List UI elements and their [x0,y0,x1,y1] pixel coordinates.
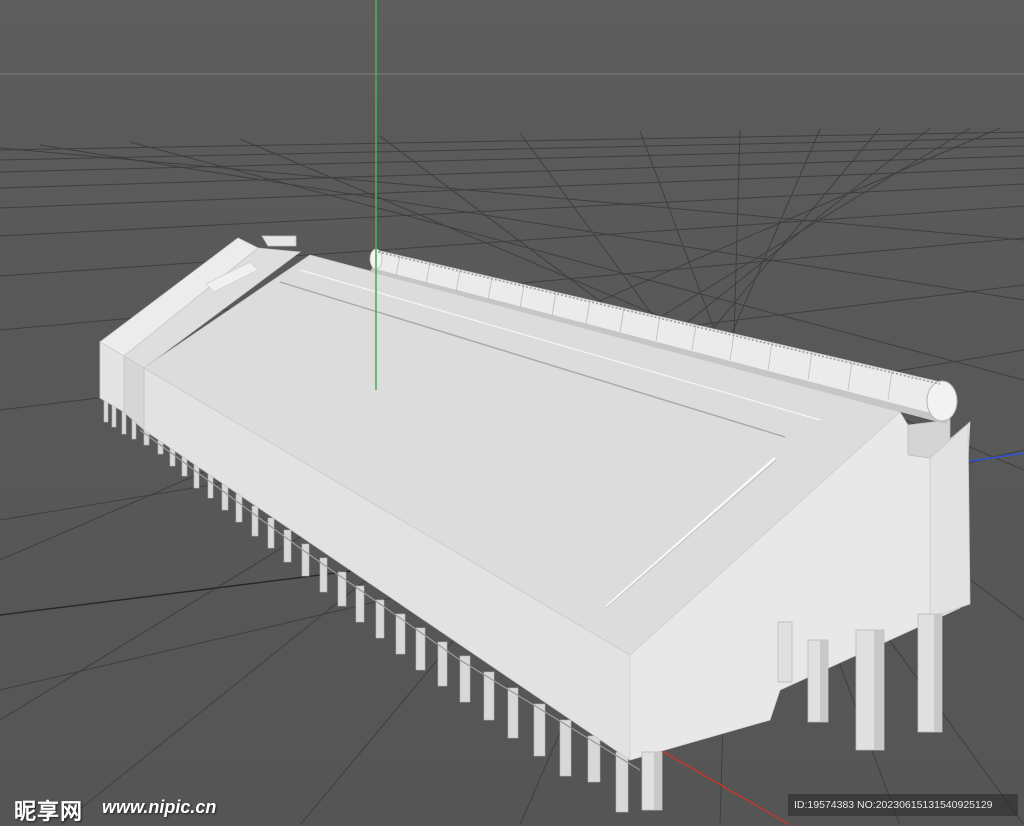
3d-viewport[interactable] [0,0,1024,825]
watermark-logo: 昵享网 [14,800,84,825]
viewport-canvas[interactable] [0,0,1024,825]
right-upper-wall [929,423,971,619]
left-roof-vent [261,235,297,247]
image-id-label: ID:19574383 NO:20230615131540925129 [788,794,1018,816]
watermark-url: www.nipic.cn [102,797,217,817]
